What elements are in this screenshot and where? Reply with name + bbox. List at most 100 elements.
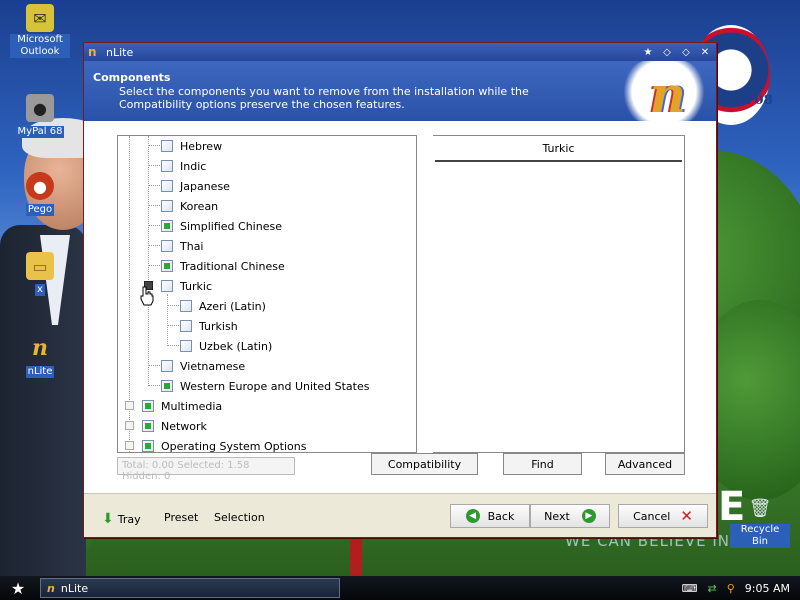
tree-item-label: Korean	[180, 199, 219, 213]
tree-connector	[148, 185, 160, 186]
tree-item-thai[interactable]: Thai	[148, 236, 204, 256]
nlite-window: n nLite ★ ◇ ◇ ✕ Components Select the co…	[83, 42, 717, 538]
checkbox[interactable]	[142, 440, 154, 452]
arrow-left-icon: ◀	[465, 509, 480, 523]
tree-item-label: Multimedia	[161, 399, 223, 413]
tree-item-vietnamese[interactable]: Vietnamese	[148, 356, 245, 376]
checkbox[interactable]	[142, 400, 154, 412]
wallpaper-flag-strip	[350, 535, 362, 575]
next-label: Next	[544, 509, 570, 523]
tree-item-operating-system-options[interactable]: Operating System Options	[125, 436, 307, 453]
taskbar: ★ n nLite ⌨ ⇄ ⚲ 9:05 AM	[0, 576, 800, 600]
wizard-footer: ⬇ Tray Preset Selection ◀ Back Next ▶ Ca…	[84, 493, 716, 537]
tree-item-korean[interactable]: Korean	[148, 196, 218, 216]
desktop-icon-recycle-bin[interactable]: 🗑 Recycle Bin	[730, 494, 790, 548]
preset-button[interactable]: Preset	[164, 511, 198, 524]
tree-connector	[167, 325, 179, 326]
desktop-icon-label: Pego	[25, 204, 55, 216]
tree-item-label: Operating System Options	[161, 439, 307, 453]
close-button[interactable]: ✕	[697, 45, 713, 59]
desktop-icon-label: Microsoft Outlook	[10, 34, 70, 58]
component-detail-panel: Turkic	[433, 135, 685, 453]
components-content: Hebrew Indic Japanese Korean Simplified	[84, 121, 716, 493]
compatibility-button[interactable]: Compatibility	[371, 453, 478, 475]
selection-button[interactable]: Selection	[214, 511, 265, 524]
tree-expander[interactable]	[125, 421, 134, 430]
tree-item-turkish[interactable]: Turkish	[167, 316, 238, 336]
cancel-button[interactable]: Cancel ✕	[618, 504, 708, 528]
desktop-icon-outlook[interactable]: ✉ Microsoft Outlook	[10, 4, 70, 58]
network-icon[interactable]: ⇄	[708, 582, 717, 595]
find-button[interactable]: Find	[503, 453, 582, 475]
checkbox[interactable]	[161, 160, 173, 172]
tree-item-western-europe[interactable]: Western Europe and United States	[148, 376, 369, 396]
page-header: Components Select the components you wan…	[84, 61, 716, 121]
magnifier-icon[interactable]: ⚲	[727, 582, 735, 595]
close-icon: ✕	[680, 507, 693, 525]
checkbox[interactable]	[161, 200, 173, 212]
checkbox[interactable]	[161, 280, 173, 292]
desktop-icon-folder[interactable]: ▭ x	[10, 252, 70, 296]
tree-item-simplified-chinese[interactable]: Simplified Chinese	[148, 216, 282, 236]
checkbox[interactable]	[161, 220, 173, 232]
tree-item-label: Simplified Chinese	[180, 219, 282, 233]
tree-item-indic[interactable]: Indic	[148, 156, 206, 176]
desktop-icon-pego[interactable]: ● Pego	[10, 172, 70, 216]
tree-item-label: Vietnamese	[180, 359, 246, 373]
components-tree[interactable]: Hebrew Indic Japanese Korean Simplified	[117, 135, 417, 453]
checkbox[interactable]	[180, 320, 192, 332]
tree-connector	[148, 245, 160, 246]
checkbox[interactable]	[161, 360, 173, 372]
star-icon[interactable]: ★	[640, 45, 656, 59]
window-title: nLite	[106, 45, 134, 59]
taskbar-item-nlite[interactable]: n nLite	[40, 578, 340, 598]
tree-connector	[148, 145, 160, 146]
tree-item-network[interactable]: Network	[125, 416, 207, 436]
tray-button[interactable]: ⬇ Tray	[102, 511, 141, 527]
checkbox[interactable]	[161, 140, 173, 152]
tree-connector	[148, 365, 160, 366]
tree-expander[interactable]	[125, 401, 134, 410]
tree-item-traditional-chinese[interactable]: Traditional Chinese	[148, 256, 285, 276]
tree-item-turkic[interactable]: Turkic	[144, 276, 212, 296]
keyboard-icon[interactable]: ⌨	[682, 582, 698, 595]
taskbar-item-label: nLite	[60, 581, 89, 595]
tree-connector	[148, 205, 160, 206]
minimize-button[interactable]: ◇	[659, 45, 675, 59]
start-button[interactable]: ★	[0, 576, 36, 600]
tree-item-multimedia[interactable]: Multimedia	[125, 396, 223, 416]
desktop-icon-nlite[interactable]: n nLite	[10, 334, 70, 378]
maximize-button[interactable]: ◇	[678, 45, 694, 59]
clock[interactable]: 9:05 AM	[745, 582, 790, 595]
tree-item-hebrew[interactable]: Hebrew	[148, 136, 222, 156]
title-bar[interactable]: n nLite ★ ◇ ◇ ✕	[84, 43, 716, 61]
tree-item-japanese[interactable]: Japanese	[148, 176, 230, 196]
desktop-icon-mypal[interactable]: ● MyPal 68	[10, 94, 70, 138]
advanced-button[interactable]: Advanced	[605, 453, 685, 475]
desktop-icon-label: MyPal 68	[15, 126, 65, 138]
tree-connector	[167, 345, 179, 346]
tree-item-uzbek-latin[interactable]: Uzbek (Latin)	[167, 336, 272, 356]
back-label: Back	[487, 509, 515, 523]
tree-connector	[148, 165, 160, 166]
checkbox[interactable]	[161, 240, 173, 252]
detail-title: Turkic	[435, 136, 682, 162]
checkbox[interactable]	[161, 260, 173, 272]
checkbox[interactable]	[142, 420, 154, 432]
checkbox[interactable]	[161, 180, 173, 192]
checkbox[interactable]	[161, 380, 173, 392]
tree-expander[interactable]	[125, 441, 134, 450]
system-tray: ⌨ ⇄ ⚲ 9:05 AM	[652, 576, 800, 600]
wallpaper-logo-text: AMA'08	[716, 93, 773, 108]
tree-item-azeri-latin[interactable]: Azeri (Latin)	[167, 296, 266, 316]
checkbox[interactable]	[180, 340, 192, 352]
mypal-icon: ●	[26, 94, 54, 122]
nlite-logo-letter: n	[649, 65, 686, 121]
outlook-icon: ✉	[26, 4, 54, 32]
back-button[interactable]: ◀ Back	[450, 504, 530, 528]
pego-icon: ●	[26, 172, 54, 200]
checkbox[interactable]	[180, 300, 192, 312]
desktop-icon-label: nLite	[25, 366, 55, 378]
next-button[interactable]: Next ▶	[530, 504, 610, 528]
tree-item-label: Turkish	[199, 319, 238, 333]
